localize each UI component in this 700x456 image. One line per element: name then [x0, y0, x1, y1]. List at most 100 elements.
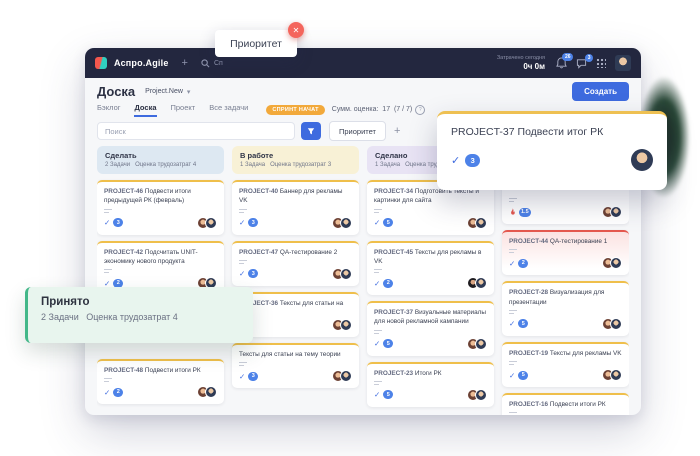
task-title: PROJECT-16 Подвести итоги РК [509, 400, 622, 409]
card-footer: ✓5 [374, 338, 487, 350]
task-id: PROJECT-42 [104, 249, 143, 256]
description-icon [104, 209, 112, 214]
project-select[interactable]: Project.New ▾ [145, 88, 190, 96]
estimate-badge: 2 [518, 259, 528, 268]
assignee-avatar [631, 149, 653, 171]
task-title: PROJECT-44 QA-тестирование 1 [509, 237, 622, 246]
task-title: PROJECT-37 Визуальные материалы для ново… [374, 308, 487, 327]
filter-button[interactable] [301, 122, 321, 140]
tab-0[interactable]: Бэклог [97, 103, 120, 117]
task-card[interactable]: PROJECT-46 Подвести итоги предыдущей РК … [97, 180, 224, 235]
task-card[interactable]: PROJECT-37 Визуальные материалы для ново… [367, 301, 494, 356]
assignee-avatars [332, 217, 352, 229]
task-card[interactable]: PROJECT-23 Итоги РК ✓5 [367, 362, 494, 407]
column-title: Сделать [105, 151, 216, 160]
card-footer: ✓3 [239, 268, 352, 280]
check-icon: ✓ [104, 218, 110, 227]
nav-search[interactable]: Сп [201, 59, 223, 68]
column-meta: 1 Задача Оценка трудозатрат 3 [240, 162, 351, 168]
task-title: Тексты для статьи на тему теории [239, 350, 352, 359]
estimate-badge: 3 [248, 372, 258, 381]
search-icon [201, 59, 210, 68]
description-icon [374, 269, 382, 274]
avatar [475, 338, 487, 350]
card-footer: ✓5 [509, 318, 622, 330]
check-icon: ✓ [374, 279, 380, 288]
apps-grid-icon[interactable] [596, 58, 606, 68]
card-footer: 1.5 [509, 206, 622, 218]
avatar [340, 217, 352, 229]
time-label: Затрачено сегодня [497, 55, 545, 61]
assignee-avatars [332, 268, 352, 280]
notifications-button[interactable]: 26 [556, 57, 567, 69]
task-card[interactable]: PROJECT-40 Баннер для рекламы VK✓3 [232, 180, 359, 235]
close-icon[interactable]: ✕ [288, 22, 304, 38]
card-footer: ✓2 [509, 257, 622, 269]
avatar [340, 370, 352, 382]
estimate-badge: 3 [465, 154, 480, 167]
task-card[interactable]: Тексты для статьи на тему теории ✓3 [232, 343, 359, 388]
description-icon [104, 378, 112, 383]
task-card[interactable]: PROJECT-19 Тексты для рекламы VK✓5 [502, 342, 629, 387]
task-title: PROJECT-36 Тексты для статьи на [239, 299, 352, 308]
app-window: Аспро.Agile + Сп Затрачено сегодня 0ч 0м… [85, 48, 641, 415]
check-icon: ✓ [451, 154, 460, 167]
task-card[interactable]: PROJECT-28 Визуализация для презентации✓… [502, 281, 629, 336]
avatar [340, 319, 352, 331]
notifications-badge: 26 [562, 53, 573, 61]
tab-2[interactable]: Проект [171, 103, 196, 117]
page-title: Доска [97, 84, 135, 99]
description-icon [509, 249, 517, 254]
task-card[interactable]: PROJECT-45 Тексты для рекламы в VK ✓2 [367, 241, 494, 296]
task-title: PROJECT-47 QA-тестирование 2 [239, 248, 352, 257]
check-icon: ✓ [374, 390, 380, 399]
check-icon: ✓ [509, 319, 515, 328]
add-filter-button[interactable]: + [394, 125, 400, 137]
floating-card-title: PROJECT-37 Подвести итог РК [451, 126, 653, 138]
task-card[interactable]: PROJECT-44 QA-тестирование 1 ✓2 [502, 230, 629, 275]
card-footer: ✓3 [239, 370, 352, 382]
check-icon: ✓ [239, 269, 245, 278]
task-card[interactable]: PROJECT-48 Подвести итоги РК✓2 [97, 359, 224, 404]
tab-3[interactable]: Все задачи [209, 103, 248, 117]
priority-tooltip: Приоритет ✕ [215, 30, 297, 57]
description-icon [509, 412, 517, 415]
board-column-0: Сделать 2 Задачи Оценка трудозатрат 4 PROJ… [97, 146, 224, 415]
description-icon [239, 260, 247, 265]
messages-button[interactable]: 3 [576, 58, 587, 69]
task-title: PROJECT-23 Итоги РК [374, 369, 487, 378]
description-icon [509, 198, 517, 203]
top-navbar: Аспро.Agile + Сп Затрачено сегодня 0ч 0м… [85, 48, 641, 78]
task-id: PROJECT-40 [239, 188, 278, 195]
messages-badge: 3 [585, 54, 593, 62]
search-input[interactable] [97, 122, 295, 140]
task-id: PROJECT-37 [374, 309, 413, 316]
estimate-badge: 5 [383, 218, 393, 227]
avatar [205, 386, 217, 398]
app-name: Аспро.Agile [114, 58, 169, 68]
check-icon: ✓ [374, 218, 380, 227]
floating-task-card[interactable]: PROJECT-37 Подвести итог РК ✓ 3 [437, 111, 667, 190]
avatar [475, 389, 487, 401]
info-icon: ? [415, 105, 425, 115]
assignee-avatars [197, 386, 217, 398]
check-icon: ✓ [239, 218, 245, 227]
quick-add-icon[interactable]: + [182, 57, 188, 69]
task-title: PROJECT-45 Тексты для рекламы в VK [374, 248, 487, 267]
task-card[interactable]: PROJECT-47 QA-тестирование 2 ✓3 [232, 241, 359, 286]
priority-filter-chip[interactable]: Приоритет [329, 121, 386, 141]
assignee-avatars [467, 338, 487, 350]
task-title: PROJECT-42 Подсчитать UNIT-экономику нов… [104, 248, 217, 267]
estimate-badge: 2 [383, 279, 393, 288]
avatar [340, 268, 352, 280]
assignee-avatars [197, 217, 217, 229]
create-button[interactable]: Создать [572, 82, 629, 101]
task-id: PROJECT-45 [374, 249, 413, 256]
description-icon [239, 362, 247, 367]
column-meta: 2 Задачи Оценка трудозатрат 4 [105, 162, 216, 168]
task-card[interactable]: PROJECT-16 Подвести итоги РК [502, 393, 629, 415]
tab-1[interactable]: Доска [134, 103, 156, 117]
card-footer: ✓5 [509, 369, 622, 381]
user-avatar[interactable] [615, 55, 631, 71]
estimate-badge: 5 [383, 390, 393, 399]
